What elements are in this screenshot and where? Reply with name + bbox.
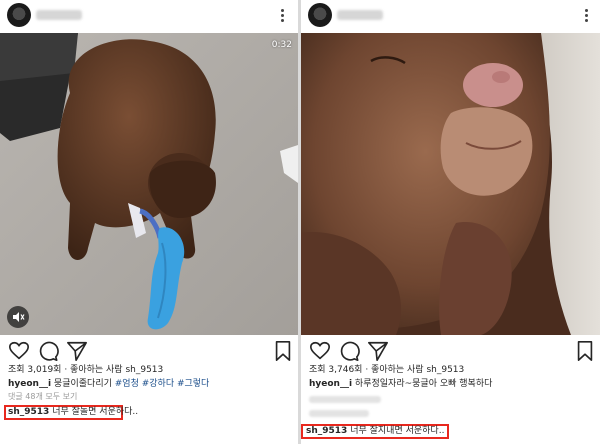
caption-username[interactable]: hyeon__i <box>8 379 51 389</box>
post-video[interactable]: 0:32 <box>0 33 298 335</box>
post-actions <box>0 340 298 362</box>
highlighted-comment: sh_9513 너무 잘놀면 서운하다.. <box>8 406 138 418</box>
heart-icon[interactable] <box>309 340 331 362</box>
username-blurred[interactable] <box>36 10 82 20</box>
video-duration: 0:32 <box>271 40 292 50</box>
post-left: 0:32 조회 3,019회 · 좋아하는 사람 sh_9513 hyeon__… <box>0 0 298 444</box>
comments-link-blurred[interactable] <box>309 396 381 403</box>
caption-hashtags[interactable]: #엄청 #강하다 #그렇다 <box>115 379 210 389</box>
post-header <box>0 0 298 33</box>
more-icon[interactable] <box>585 9 589 23</box>
bookmark-icon[interactable] <box>272 340 294 362</box>
comment-username[interactable]: sh_9513 <box>306 426 347 436</box>
post-actions <box>301 340 600 362</box>
post-header <box>301 0 600 33</box>
heart-icon[interactable] <box>8 340 30 362</box>
caption: hyeon__i 하루정일자라~뭉글아 오빠 행복하다 <box>309 378 592 390</box>
caption: hyeon__i 뭉글이줄다리기 #엄청 #강하다 #그렇다 <box>8 378 290 390</box>
highlighted-comment: sh_9513 너무 잘지내면 서운하다.. <box>306 425 444 437</box>
sound-icon[interactable] <box>7 306 29 328</box>
share-icon[interactable] <box>66 340 88 362</box>
caption-username[interactable]: hyeon__i <box>309 379 352 389</box>
comment-text: 너무 잘놀면 서운하다.. <box>49 407 139 417</box>
view-count[interactable]: 조회 3,746회 · 좋아하는 사람 sh_9513 <box>309 364 592 376</box>
post-photo[interactable] <box>301 33 600 335</box>
caption-text: 하루정일자라~뭉글아 오빠 행복하다 <box>352 379 493 389</box>
username-blurred[interactable] <box>337 10 383 20</box>
avatar[interactable] <box>308 3 332 27</box>
video-frame <box>0 33 298 335</box>
comment-blurred <box>309 410 369 417</box>
comment-text: 너무 잘지내면 서운하다.. <box>347 426 445 436</box>
share-icon[interactable] <box>367 340 389 362</box>
view-all-comments-link[interactable]: 댓글 48개 모두 보기 <box>8 391 290 403</box>
comment-icon[interactable] <box>338 340 360 362</box>
avatar[interactable] <box>7 3 31 27</box>
view-count[interactable]: 조회 3,019회 · 좋아하는 사람 sh_9513 <box>8 364 290 376</box>
comment-icon[interactable] <box>37 340 59 362</box>
bookmark-icon[interactable] <box>574 340 596 362</box>
photo-frame <box>301 33 600 335</box>
caption-text: 뭉글이줄다리기 <box>51 379 115 389</box>
post-right: 조회 3,746회 · 좋아하는 사람 sh_9513 hyeon__i 하루정… <box>301 0 600 444</box>
comment-username[interactable]: sh_9513 <box>8 407 49 417</box>
more-icon[interactable] <box>281 9 285 23</box>
